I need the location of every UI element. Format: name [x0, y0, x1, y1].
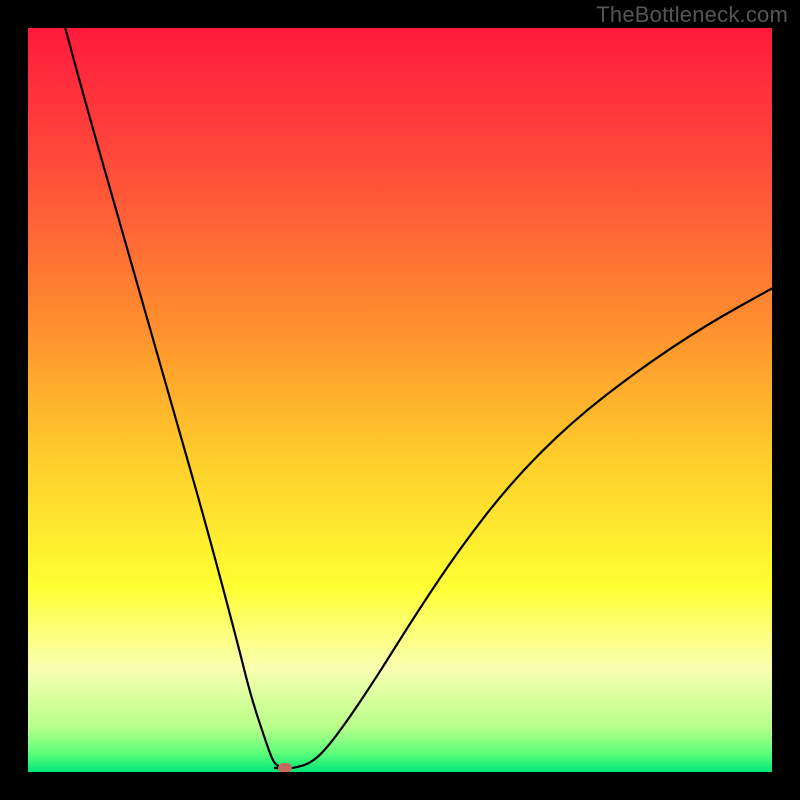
bottleneck-curve	[28, 28, 772, 772]
plot-area	[28, 28, 772, 772]
chart-frame: TheBottleneck.com	[0, 0, 800, 800]
optimal-point-marker	[278, 763, 292, 772]
curve-path	[65, 28, 772, 768]
watermark-text: TheBottleneck.com	[596, 2, 788, 28]
